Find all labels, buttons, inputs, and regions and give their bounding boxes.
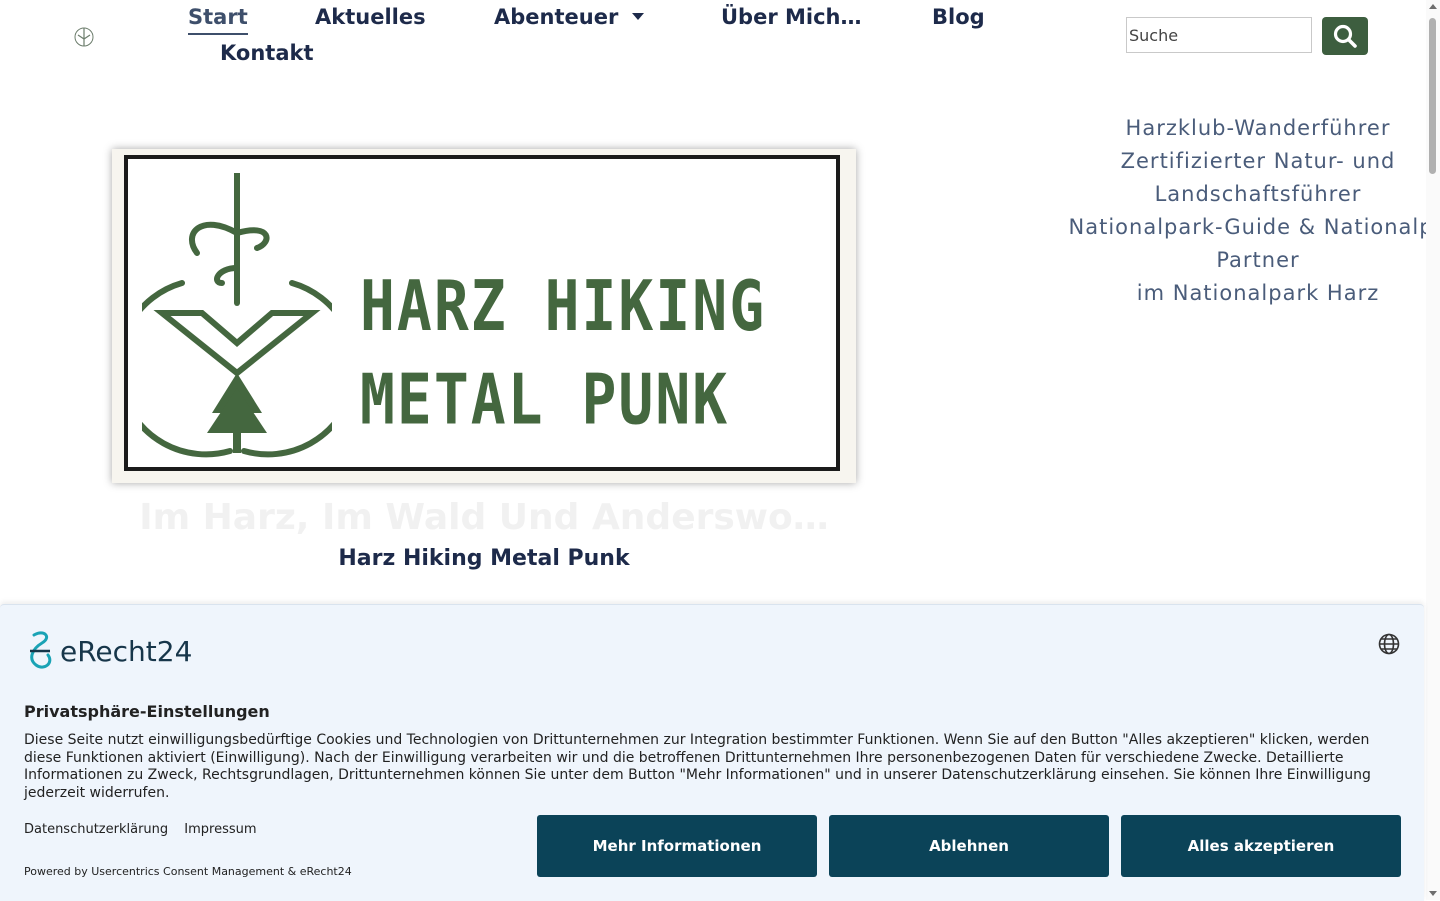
- nav-item-abenteuer-label: Abenteuer: [494, 5, 619, 29]
- nav-item-start[interactable]: Start: [188, 0, 248, 35]
- chevron-down-icon[interactable]: [632, 12, 645, 20]
- credential-line: Partner: [1216, 248, 1300, 272]
- hero-logo-image: HARZ HIKING METAL PUNK: [112, 149, 856, 483]
- consent-links: Datenschutzerklärung Impressum: [24, 822, 269, 837]
- site-name: Harz Hiking Metal Punk: [338, 546, 630, 571]
- scrollbar-thumb[interactable]: [1429, 18, 1436, 174]
- credential-line: Harzklub-Wanderführer: [1125, 116, 1391, 140]
- powered-by-text: Powered by Usercentrics Consent Manageme…: [24, 865, 352, 878]
- search-icon: [1333, 24, 1357, 48]
- imprint-link[interactable]: Impressum: [184, 822, 256, 837]
- nav-item-ueber-mich[interactable]: Über Mich…: [721, 0, 862, 34]
- credential-line: Nationalpark-Guide & Nationalpa: [1068, 215, 1440, 239]
- consent-title: Privatsphäre-Einstellungen: [24, 702, 270, 721]
- credential-line: Zertifizierter Natur- und: [1120, 149, 1396, 173]
- hero-logo-frame: HARZ HIKING METAL PUNK: [124, 155, 840, 471]
- search-input[interactable]: [1126, 17, 1312, 53]
- cookie-consent-banner: eRecht24 Privatsphäre-Einstellungen Dies…: [0, 604, 1424, 901]
- nav-item-abenteuer[interactable]: Abenteuer: [494, 0, 645, 34]
- page-scrollbar[interactable]: [1426, 0, 1440, 900]
- erecht24-mark-icon: [30, 631, 52, 669]
- credential-line: Landschaftsführer: [1154, 182, 1362, 206]
- hero-logo-line-2: METAL PUNK: [360, 358, 730, 441]
- privacy-policy-link[interactable]: Datenschutzerklärung: [24, 822, 168, 837]
- decline-button[interactable]: Ablehnen: [829, 815, 1109, 877]
- nav-item-kontakt[interactable]: Kontakt: [220, 36, 314, 70]
- site-logo-icon[interactable]: [72, 25, 96, 49]
- accept-all-button[interactable]: Alles akzeptieren: [1121, 815, 1401, 877]
- nav-item-blog[interactable]: Blog: [932, 0, 985, 34]
- consent-text: Diese Seite nutzt einwilligungsbedürftig…: [24, 732, 1371, 801]
- search-button[interactable]: [1322, 17, 1368, 55]
- harz-emblem-icon: [142, 173, 332, 458]
- more-info-button[interactable]: Mehr Informationen: [537, 815, 817, 877]
- site-tagline: Im Harz, Im Wald Und Anderswo…: [139, 497, 829, 538]
- hero-logo-line-1: HARZ HIKING: [360, 265, 767, 347]
- nav-item-aktuelles[interactable]: Aktuelles: [315, 0, 426, 34]
- erecht24-brand: eRecht24: [60, 634, 193, 668]
- scroll-down-icon[interactable]: [1429, 891, 1437, 896]
- scroll-up-icon[interactable]: [1429, 4, 1437, 9]
- erecht24-logo: eRecht24: [24, 631, 192, 671]
- credential-line: im Nationalpark Harz: [1136, 281, 1380, 305]
- globe-icon[interactable]: [1378, 633, 1400, 655]
- hero-logo-text: HARZ HIKING METAL PUNK: [360, 259, 766, 446]
- guide-credentials: Harzklub-Wanderführer Zertifizierter Nat…: [1048, 112, 1440, 310]
